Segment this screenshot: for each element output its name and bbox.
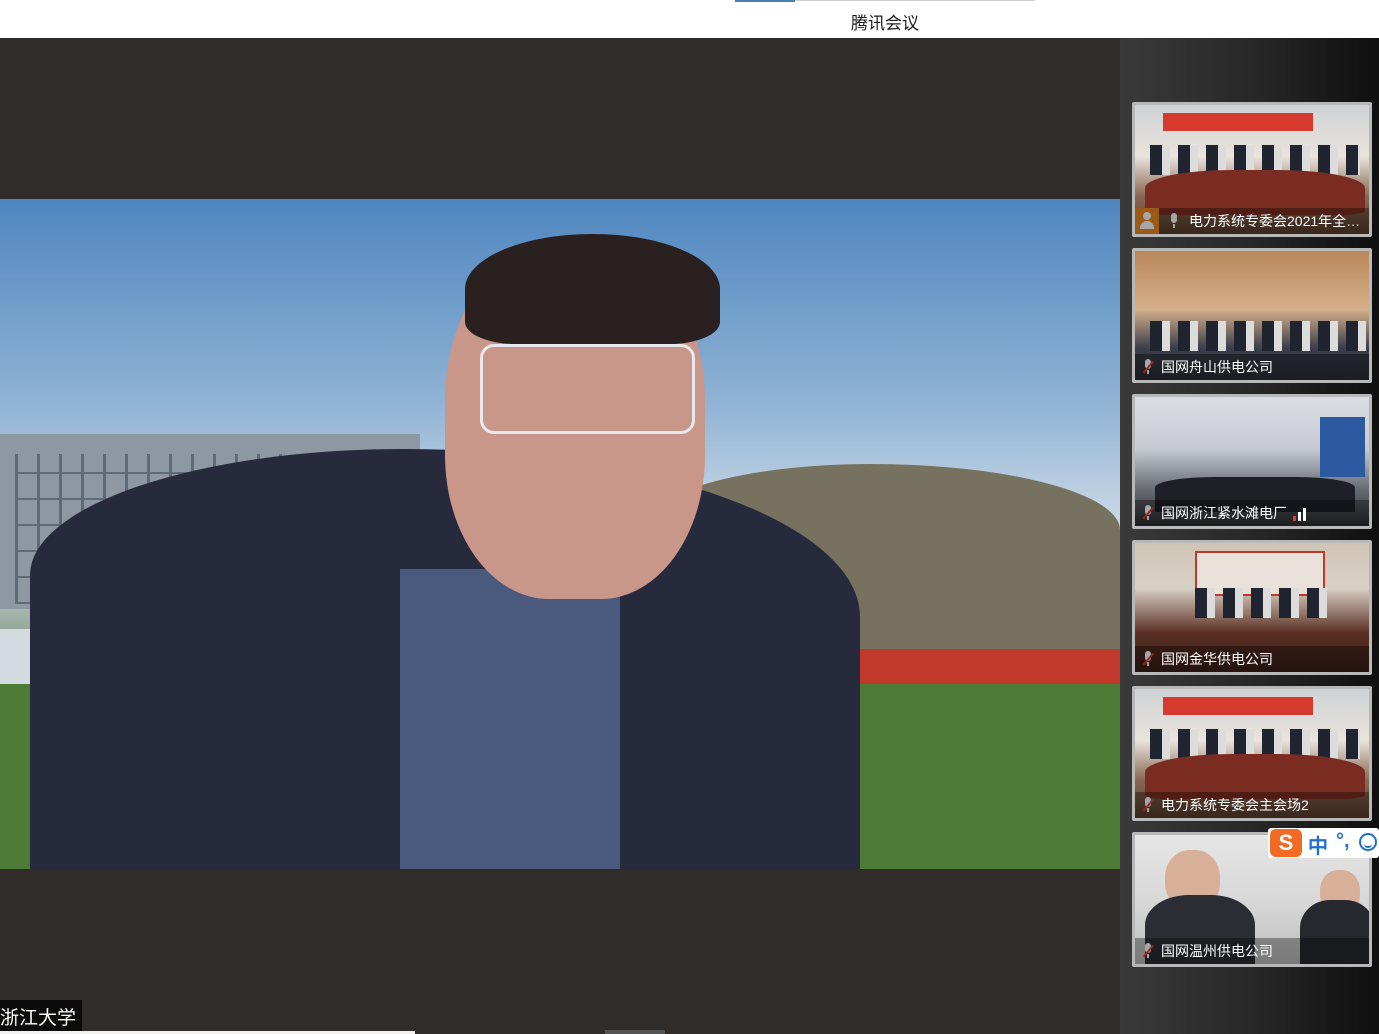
participant-tile[interactable]: 电力系统专委会2021年全体... — [1132, 102, 1372, 237]
ime-punctuation-toggle[interactable]: °, — [1336, 830, 1350, 853]
window-title: 腾讯会议 — [851, 14, 919, 33]
participant-name: 国网金华供电公司 — [1135, 646, 1369, 672]
participant-sidebar: 电力系统专委会2021年全体... 国网舟山供电公司 国网浙江紧水滩电厂 国网金… — [1120, 38, 1379, 1034]
wall-screen — [1320, 417, 1365, 477]
signal-strength-icon — [1293, 507, 1311, 521]
speaker-glasses — [480, 344, 695, 434]
speaker-shirt — [400, 569, 620, 869]
main-speaker-name: 浙江大学 — [0, 1000, 83, 1032]
main-stage: 浙江大学 — [0, 38, 1120, 1034]
tab-indicator — [735, 0, 795, 2]
attendees-row — [1195, 588, 1335, 618]
participant-tile[interactable]: 电力系统专委会主会场2 — [1132, 686, 1372, 821]
participant-tile[interactable]: 国网舟山供电公司 — [1132, 248, 1372, 383]
participant-name: 国网舟山供电公司 — [1135, 354, 1369, 380]
participant-name: 国网温州供电公司 — [1135, 938, 1369, 964]
speaker-hair — [465, 234, 720, 344]
meeting-banner — [1163, 113, 1313, 131]
participant-name: 电力系统专委会主会场2 — [1135, 792, 1369, 818]
attendees-row — [1150, 321, 1369, 351]
main-speaker-video[interactable] — [0, 199, 1120, 869]
participant-name: 电力系统专委会2021年全体... — [1135, 208, 1369, 234]
sogou-logo-icon[interactable]: S — [1270, 829, 1302, 857]
meeting-banner — [1163, 697, 1313, 715]
ime-mode-toggle[interactable]: 中 — [1308, 830, 1328, 859]
emoji-icon[interactable] — [1359, 833, 1377, 851]
ime-toolbar[interactable]: S 中 °, — [1268, 828, 1379, 858]
participant-name: 国网浙江紧水滩电厂 — [1135, 500, 1369, 526]
title-divider — [795, 0, 1035, 1]
participant-tile[interactable]: 国网浙江紧水滩电厂 — [1132, 394, 1372, 529]
title-bar: 腾讯会议 — [0, 0, 1379, 38]
participant-tile[interactable]: 国网金华供电公司 — [1132, 540, 1372, 675]
bottom-handle[interactable] — [605, 1030, 665, 1034]
